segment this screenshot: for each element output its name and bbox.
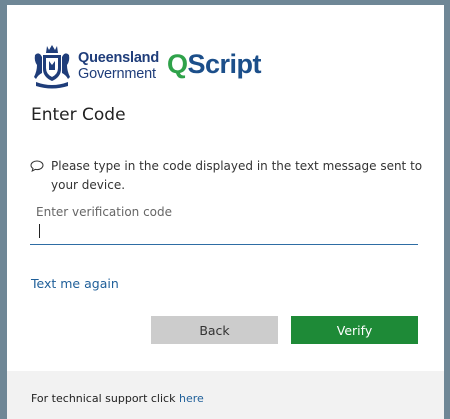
coat-of-arms-icon: [34, 45, 70, 89]
text-cursor: [39, 224, 40, 238]
government-wordmark: Queensland Government: [78, 49, 159, 82]
login-card: Queensland Government QScript Enter Code…: [7, 5, 444, 419]
support-text-label: For technical support click: [31, 392, 179, 405]
support-text: For technical support click here: [31, 392, 204, 405]
queensland-government-logo: Queensland Government: [32, 43, 159, 89]
qscript-logo-q: Q: [167, 49, 188, 79]
page-title: Enter Code: [31, 105, 126, 125]
support-here-link[interactable]: here: [179, 392, 204, 405]
gov-wordmark-line1: Queensland: [78, 49, 159, 66]
qscript-logo: QScript: [167, 47, 262, 81]
gov-wordmark-line2: Government: [78, 66, 156, 82]
verification-code-label: Enter verification code: [36, 205, 173, 219]
verify-button[interactable]: Verify: [291, 316, 418, 344]
footer: For technical support click here: [7, 371, 444, 419]
qscript-logo-script: Script: [187, 49, 262, 79]
back-button[interactable]: Back: [151, 316, 278, 344]
instruction-message: Please type in the code displayed in the…: [51, 159, 423, 192]
verification-code-field[interactable]: Enter verification code: [30, 202, 418, 245]
speech-bubble-icon: [30, 160, 44, 172]
verification-code-input[interactable]: [36, 221, 406, 240]
text-me-again-link[interactable]: Text me again: [31, 276, 119, 291]
